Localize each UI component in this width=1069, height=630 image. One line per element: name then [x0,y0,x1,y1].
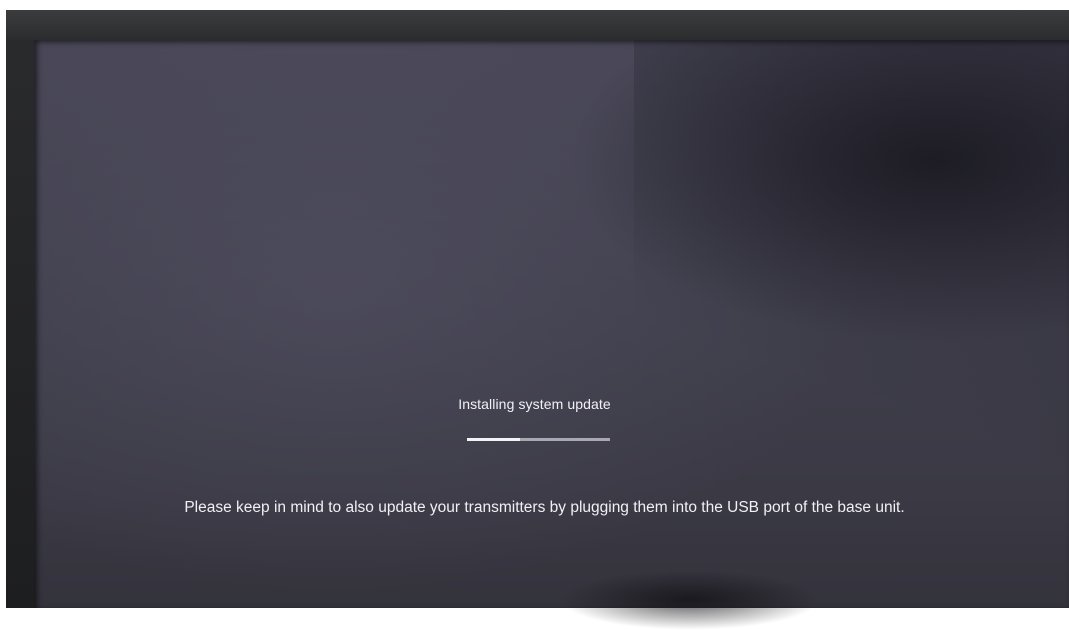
reflection-shadow [560,570,820,630]
update-progress-fill [467,438,520,441]
update-status-text: Installing system update [458,396,611,412]
update-progress-bar [467,438,610,441]
screen-glare [634,40,1069,608]
transmitter-update-notice: Please keep in mind to also update your … [184,499,905,516]
photo-frame: Installing system update Please keep in … [0,0,1069,630]
monitor-screen [34,40,1069,608]
monitor-bezel-top [6,10,1069,40]
